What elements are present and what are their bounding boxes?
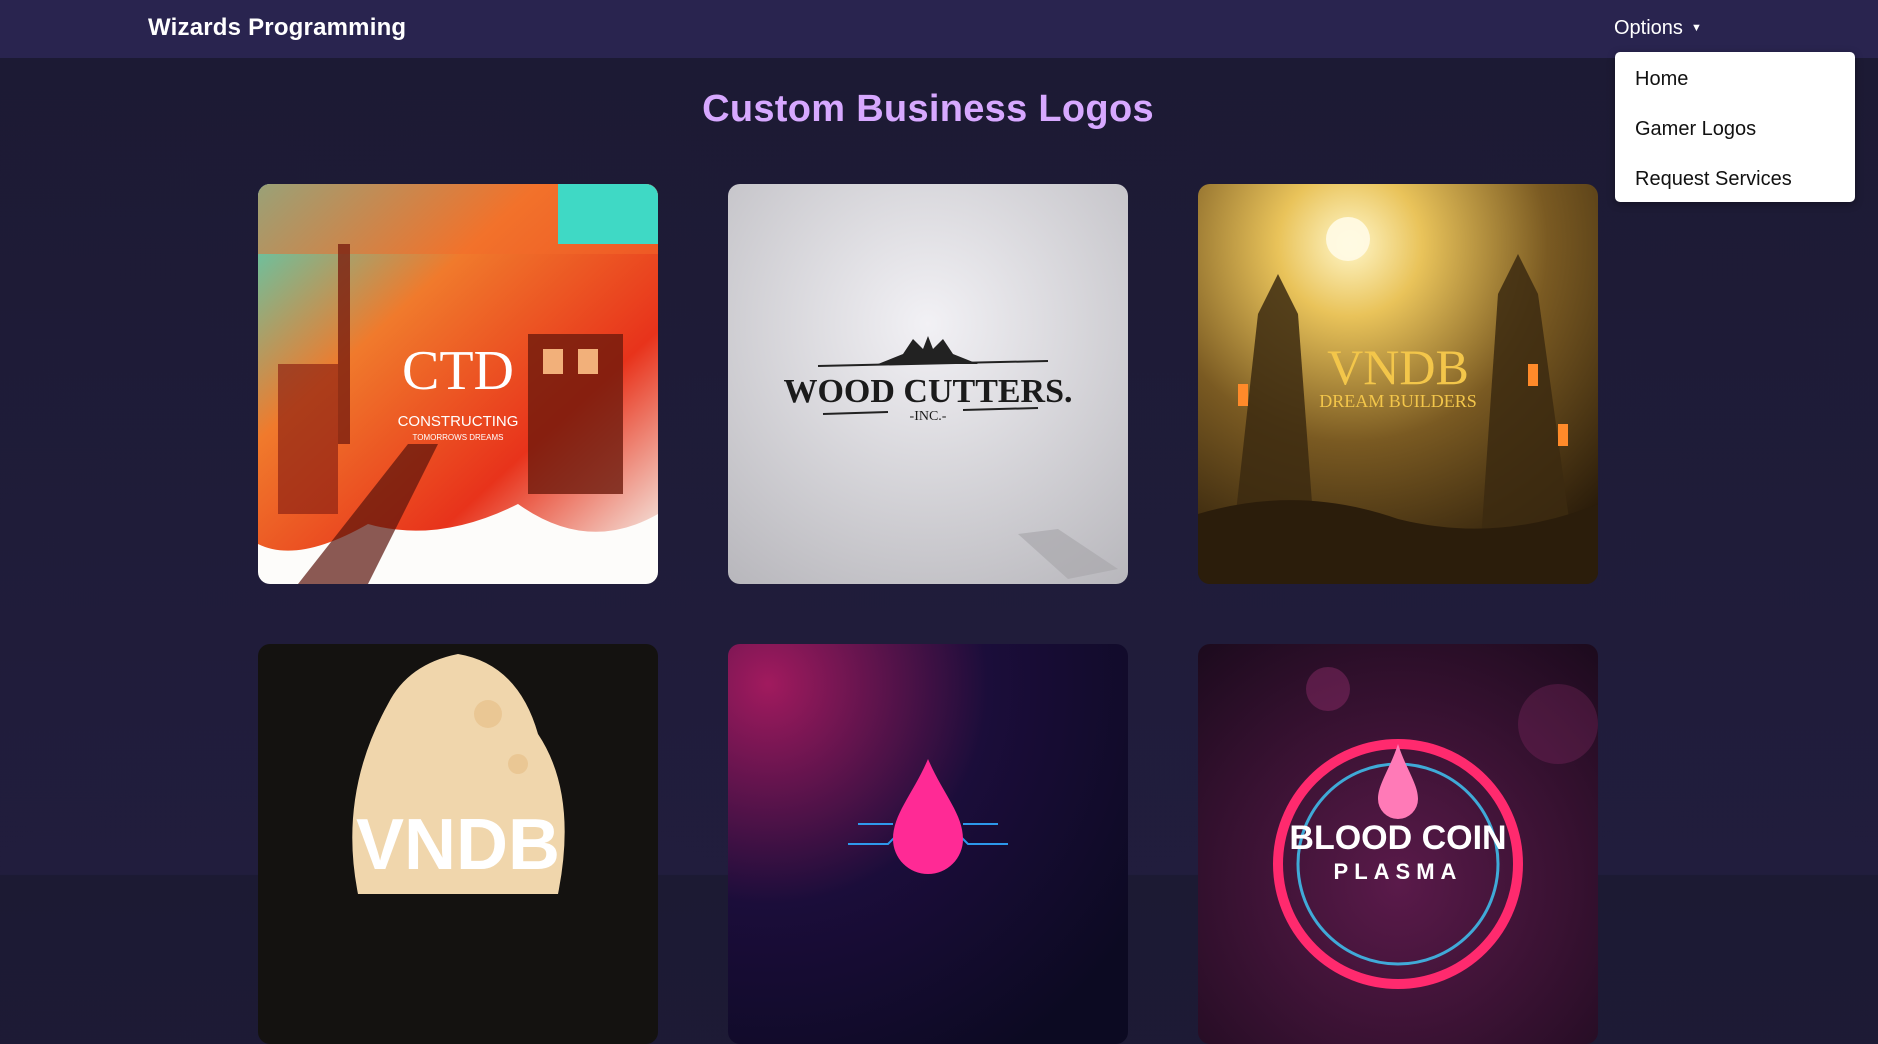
wood-cutters-logo-image: WOOD CUTTERS. -INC.- (728, 184, 1128, 584)
logo-tagline: CONSTRUCTING (398, 413, 519, 430)
caret-down-icon: ▼ (1690, 22, 1702, 34)
logo-name: WOOD CUTTERS. (783, 373, 1072, 410)
brand-title[interactable]: Wizards Programming (148, 14, 406, 42)
logo-card-blood-coin[interactable]: BLOOD COIN PLASMA (1198, 644, 1598, 1044)
ctd-logo-image: CTD CONSTRUCTING TOMORROWS DREAMS (258, 184, 658, 584)
options-label: Options (1614, 17, 1683, 39)
logo-card-droplet[interactable] (728, 644, 1128, 1044)
logo-tagline: DREAM BUILDERS (1319, 391, 1477, 411)
vndb-dream-builders-logo-image: VNDB DREAM BUILDERS (1198, 184, 1598, 584)
logo-tagline: PLASMA (1334, 859, 1463, 884)
blood-coin-logo-image: BLOOD COIN PLASMA (1198, 644, 1598, 1044)
logo-tagline: -INC.- (910, 409, 947, 424)
navbar: Wizards Programming Options ▼ (0, 0, 1878, 58)
logo-card-ctd[interactable]: CTD CONSTRUCTING TOMORROWS DREAMS (258, 184, 658, 584)
vndb-cave-logo-image: VNDB (258, 644, 658, 1044)
page-title: Custom Business Logos (702, 88, 1154, 130)
droplet-logo-image (728, 644, 1128, 1044)
logo-name: BLOOD COIN (1289, 819, 1506, 857)
logo-card-wood-cutters[interactable]: WOOD CUTTERS. -INC.- (728, 184, 1128, 584)
logo-card-vndb-cave[interactable]: VNDB (258, 644, 658, 1044)
logo-name: VNDB (356, 805, 560, 885)
logo-name: CTD (402, 340, 514, 402)
options-menu-toggle[interactable]: Options ▼ (1614, 17, 1702, 40)
logo-tagline-2: TOMORROWS DREAMS (413, 433, 504, 442)
dropdown-item-request-services[interactable]: Request Services (1615, 158, 1855, 208)
logo-name: VNDB (1327, 339, 1469, 395)
logo-card-vndb-dream-builders[interactable]: VNDB DREAM BUILDERS (1198, 184, 1598, 584)
